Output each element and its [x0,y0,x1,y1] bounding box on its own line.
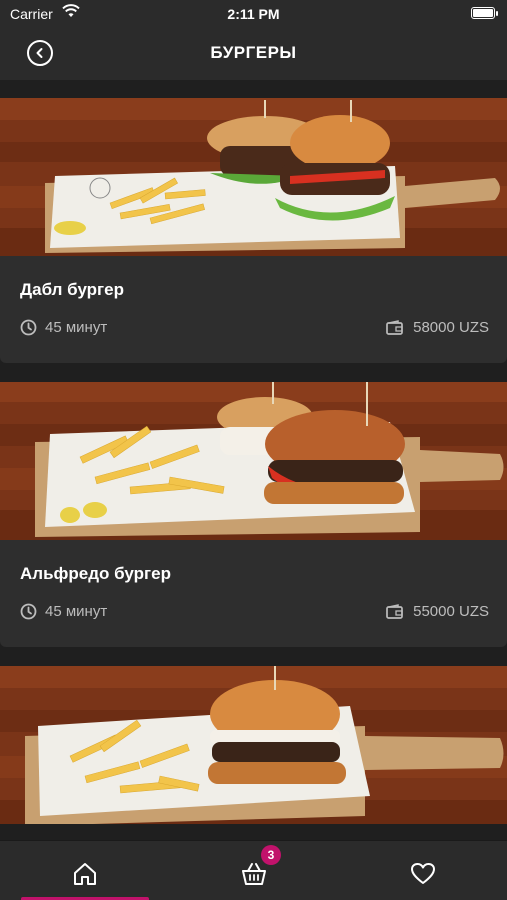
cart-count-badge: 3 [261,845,281,865]
heart-icon [411,863,435,884]
prep-time-text: 45 минут [45,603,108,620]
clock-time: 2:11 PM [227,6,280,22]
back-arrow-icon [36,48,43,58]
price-text: 55000 UZS [413,603,489,620]
status-bar: Carrier 2:11 PM [0,0,507,28]
product-image [0,666,507,824]
wallet-icon [386,320,403,335]
tab-favorites[interactable] [338,841,507,900]
price: 55000 UZS [386,603,489,620]
tab-bar: 3 [0,840,507,900]
clock-icon [20,319,37,336]
clock-icon [20,603,37,620]
basket-icon [242,863,266,885]
page-title: БУРГЕРЫ [210,43,297,62]
product-info: Дабл бургер 45 минут 58000 UZS [0,256,507,363]
home-icon [74,863,96,885]
product-info: Альфредо бургер 45 минут 55000 UZS [0,540,507,647]
product-list[interactable]: Дабл бургер 45 минут 58000 UZS Альфредо … [0,80,507,840]
tab-basket[interactable]: 3 [169,841,338,900]
product-image [0,382,507,540]
price-text: 58000 UZS [413,319,489,336]
battery-tip [496,11,498,16]
prep-time-text: 45 минут [45,319,108,336]
battery-icon [471,7,495,19]
price: 58000 UZS [386,319,489,336]
prep-time: 45 минут [20,603,107,620]
tab-home[interactable] [0,841,169,900]
product-name: Альфредо бургер [20,564,171,583]
product-image [0,98,507,256]
navigation-bar: БУРГЕРЫ [0,28,507,80]
back-button[interactable] [27,40,53,66]
wallet-icon [386,604,403,619]
product-name: Дабл бургер [20,280,124,299]
prep-time: 45 минут [20,319,107,336]
